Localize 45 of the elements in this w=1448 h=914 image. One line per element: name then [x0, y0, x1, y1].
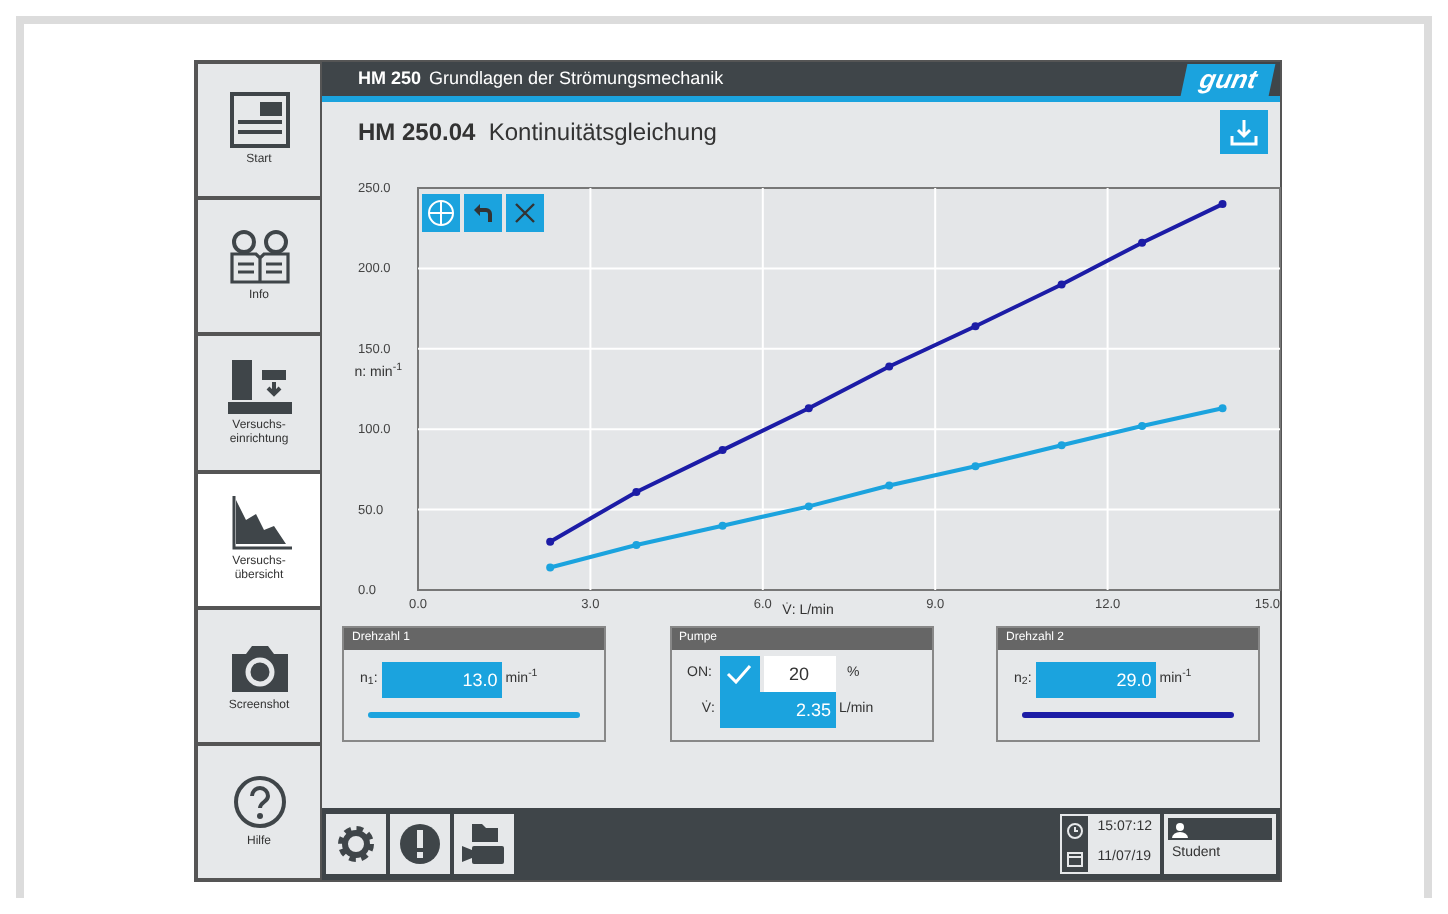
data-point	[632, 541, 641, 549]
user-icon	[1172, 821, 1188, 837]
download-icon	[1230, 118, 1258, 146]
clock-icon	[1065, 821, 1084, 839]
data-point	[546, 537, 555, 546]
recording-button[interactable]	[454, 814, 514, 874]
data-point	[546, 563, 555, 572]
export-button[interactable]	[1220, 110, 1268, 154]
close-icon	[514, 202, 536, 224]
device-icon	[225, 92, 293, 149]
undo-icon	[472, 202, 494, 224]
experiment-title: HM 250.04 Kontinuitätsgleichung	[358, 116, 717, 150]
data-point	[632, 487, 641, 496]
close-button[interactable]	[506, 194, 544, 232]
crosshair-icon	[426, 198, 456, 228]
data-point	[804, 502, 813, 511]
on-checkbox[interactable]	[719, 656, 759, 692]
folder-camera-icon	[460, 822, 508, 866]
data-point	[804, 404, 813, 413]
app-title: Grundlagen der Strömungsmechanik	[429, 65, 724, 92]
calendar-icon	[1065, 849, 1084, 867]
book-glasses-icon	[225, 228, 293, 285]
settings-button[interactable]	[326, 814, 386, 874]
check-icon	[726, 664, 752, 684]
logo: gunt	[1180, 63, 1276, 95]
alert-button[interactable]	[390, 814, 450, 874]
undo-button[interactable]	[464, 194, 502, 232]
data-point	[885, 481, 894, 490]
data-point	[1057, 280, 1066, 289]
data-point	[971, 322, 980, 331]
data-point	[1218, 404, 1227, 413]
data-point	[885, 362, 894, 371]
data-point	[1218, 200, 1227, 209]
data-point	[1138, 238, 1147, 247]
data-point	[971, 462, 980, 471]
data-point	[1057, 441, 1066, 450]
data-point	[718, 521, 727, 530]
settings-icon	[334, 822, 378, 866]
data-point	[718, 446, 727, 455]
zoom-button[interactable]	[422, 194, 460, 232]
equipment-icon	[225, 357, 293, 414]
alert-icon	[398, 822, 442, 866]
product-code: HM 250	[358, 65, 422, 92]
data-point	[1138, 422, 1147, 430]
pump-level-field[interactable]: 20	[763, 656, 835, 692]
